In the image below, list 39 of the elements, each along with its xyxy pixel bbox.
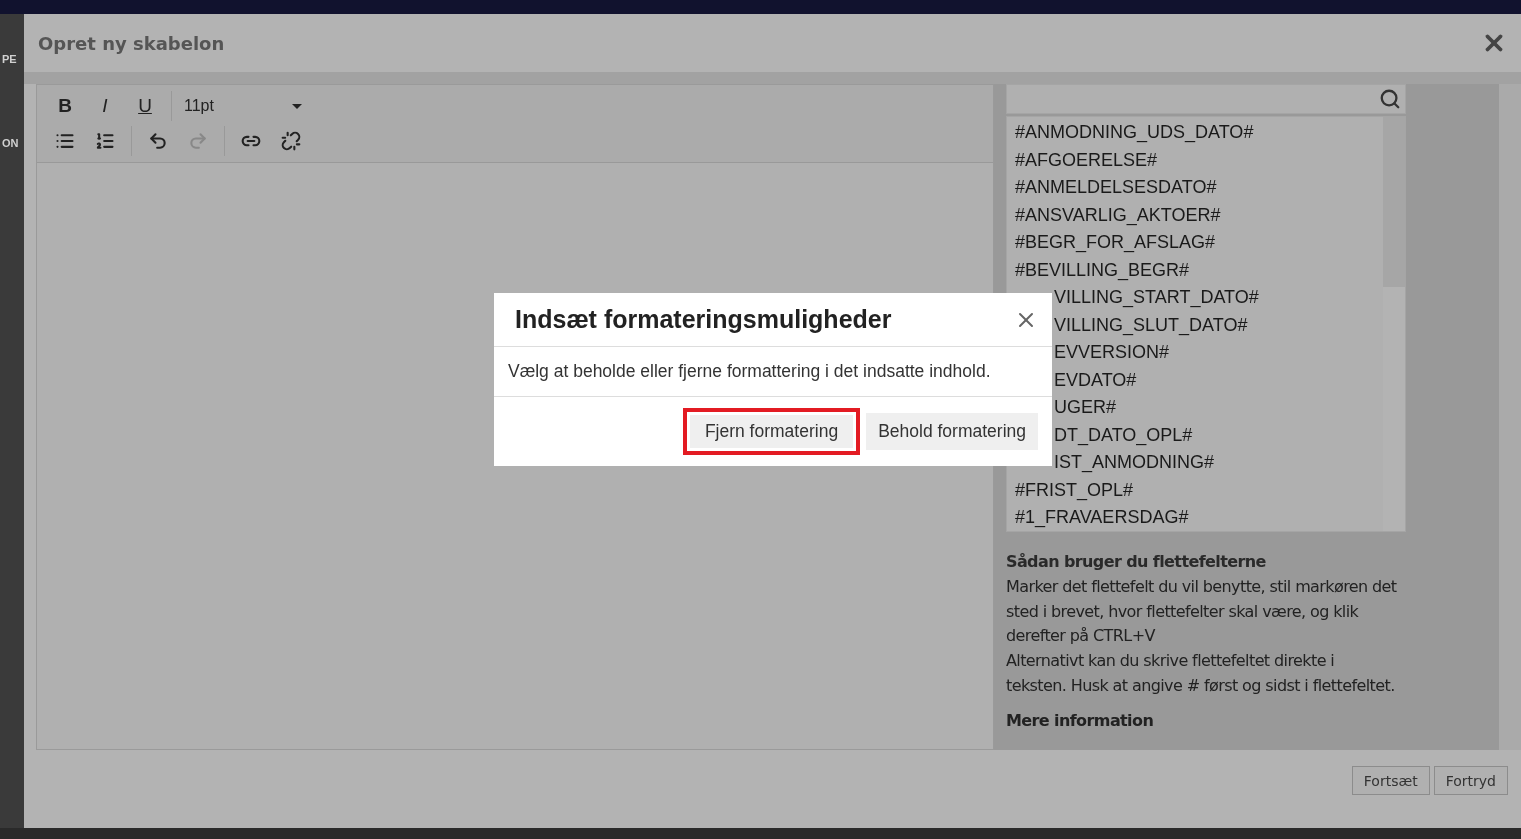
- merge-field-item[interactable]: DT_DATO_OPL#: [1054, 424, 1193, 446]
- merge-field-item[interactable]: VILLING_START_DATO#: [1054, 287, 1259, 309]
- format-button[interactable]: U: [125, 91, 165, 122]
- numbered-list-icon: [95, 130, 115, 151]
- font-size-dropdown[interactable]: 11pt: [178, 91, 308, 122]
- unlink-icon: [281, 130, 301, 151]
- format-button[interactable]: I: [85, 91, 125, 122]
- merge-field-item[interactable]: #1_FRAVAERSDAG#: [1015, 507, 1189, 529]
- merge-field-item[interactable]: #ANSVARLIG_AKTOER#: [1015, 204, 1221, 226]
- search-icon: [1379, 88, 1401, 110]
- help-text: Alternativt kan du skrive flettefeltet direkte i teksten. Husk at angive # først og sidst i flettefeltet.: [1006, 650, 1396, 697]
- help-title: Mere information: [1006, 709, 1155, 732]
- dialog-message: Vælg at beholde eller fjerne formattering i det indsatte indhold.: [508, 361, 991, 382]
- format-button[interactable]: B: [45, 91, 85, 122]
- caret-icon: [292, 103, 302, 109]
- merge-field-item[interactable]: #ANMODNING_UDS_DATO#: [1015, 122, 1254, 144]
- merge-field-item[interactable]: EVDATO#: [1054, 369, 1137, 391]
- merge-field-item[interactable]: #AFGOERELSE#: [1015, 149, 1158, 171]
- window-title: Opret ny skabelon: [38, 32, 225, 54]
- background-text: ON: [2, 136, 20, 150]
- continue-button[interactable]: Fortsæt: [1351, 766, 1430, 795]
- merge-field-item[interactable]: EVVERSION#: [1054, 342, 1170, 364]
- dialog-title: Indsæt formateringsmuligheder: [515, 305, 892, 334]
- merge-field-item[interactable]: IST_ANMODNING#: [1054, 452, 1215, 474]
- merge-field-item[interactable]: #ANMELDELSESDATO#: [1015, 177, 1217, 199]
- background-text: PE: [2, 52, 18, 66]
- dialog-button[interactable]: Fjern formatering: [682, 408, 861, 455]
- help-title: Sådan bruger du flettefelterne: [1006, 551, 1267, 573]
- undo-icon: [148, 130, 168, 151]
- merge-field-item[interactable]: VILLING_SLUT_DATO#: [1054, 314, 1248, 336]
- merge-field-item[interactable]: #BEVILLING_BEGR#: [1015, 259, 1190, 281]
- search-field[interactable]: [1006, 84, 1406, 114]
- cancel-button[interactable]: Fortryd: [1433, 766, 1508, 795]
- merge-field-item[interactable]: #FRIST_OPL#: [1015, 479, 1134, 501]
- merge-field-item[interactable]: UGER#: [1054, 397, 1116, 419]
- merge-field-item[interactable]: #BEGR_FOR_AFSLAG#: [1015, 232, 1216, 254]
- dialog-button[interactable]: Behold formatering: [866, 413, 1038, 450]
- help-text: Marker det flettefelt du vil benytte, stil markøren det sted i brevet, hvor flettefelter skal være, og klik derefter på CTRL+V: [1006, 575, 1398, 648]
- redo-icon: [188, 130, 208, 151]
